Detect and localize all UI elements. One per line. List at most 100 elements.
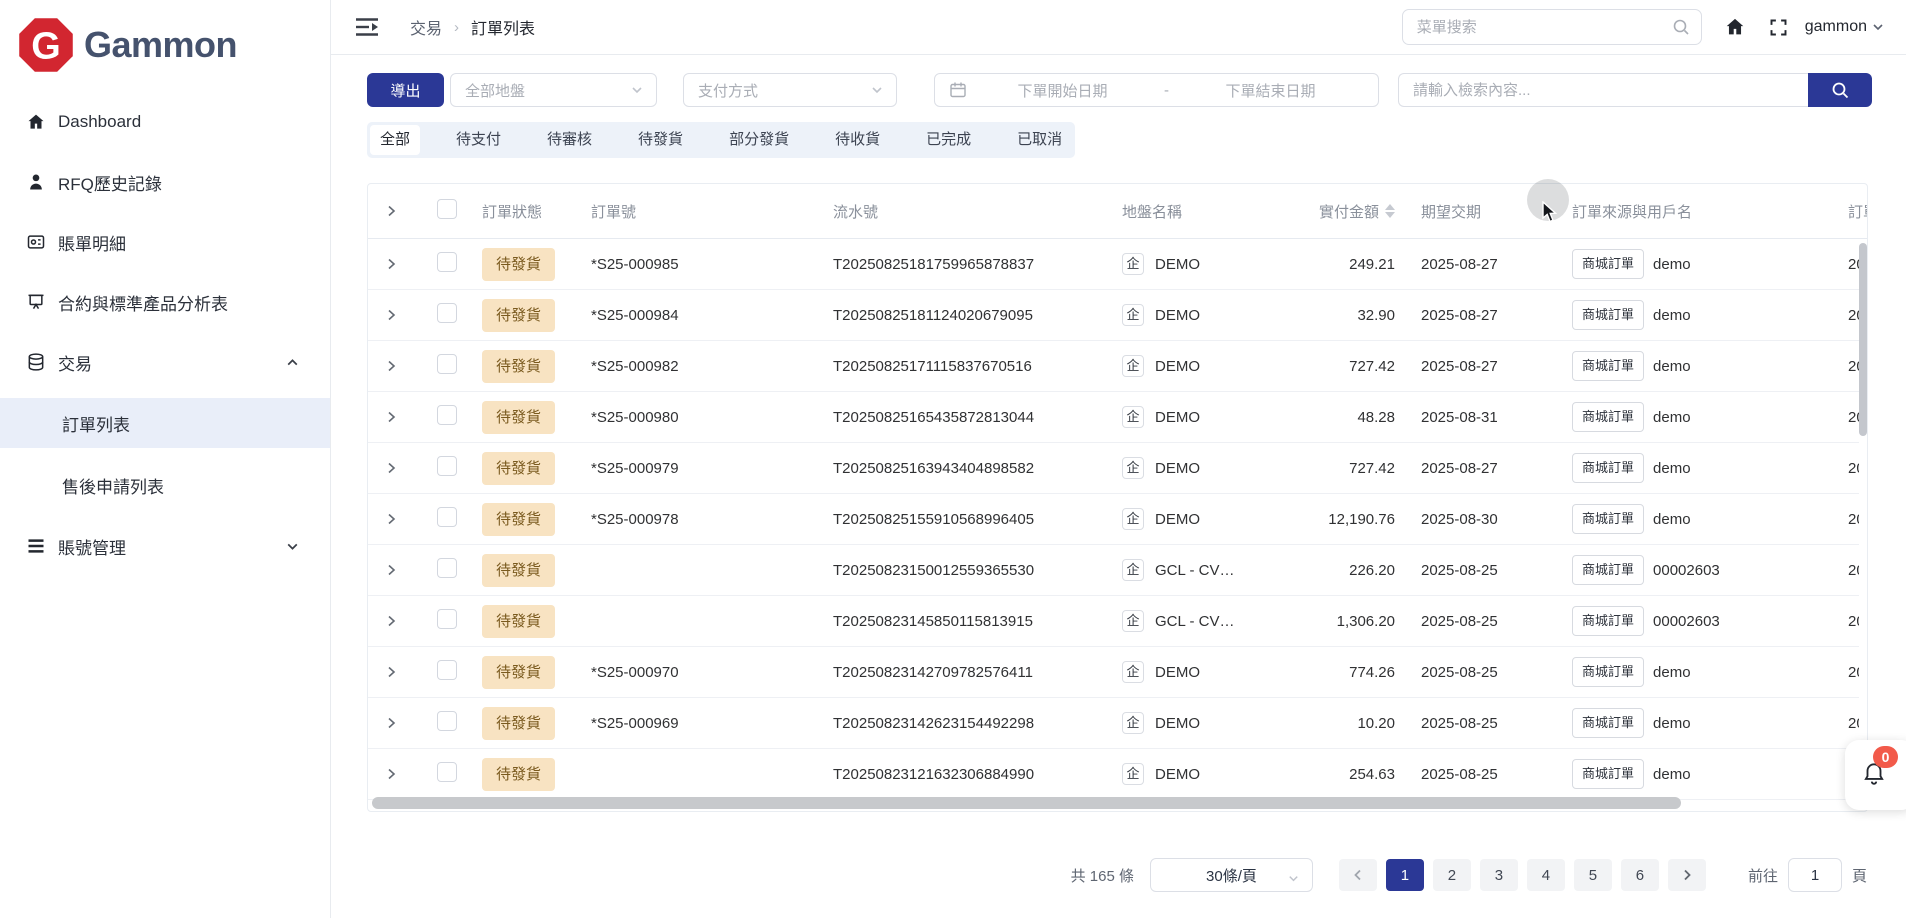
- expand-all-icon[interactable]: [384, 204, 398, 218]
- row-checkbox[interactable]: [437, 507, 457, 527]
- column-header-source[interactable]: 訂單來源與用戶名: [1548, 201, 1844, 222]
- payment-select[interactable]: 支付方式: [683, 73, 897, 107]
- tab-2[interactable]: 待審核: [537, 125, 602, 155]
- sort-icons[interactable]: [1385, 204, 1395, 218]
- date-start-input[interactable]: 下單開始日期: [967, 80, 1158, 101]
- prev-page-button[interactable]: [1338, 859, 1377, 891]
- tab-1[interactable]: 待支付: [446, 125, 511, 155]
- expand-row-icon[interactable]: [384, 257, 398, 271]
- notification-card[interactable]: 0: [1845, 740, 1906, 810]
- tab-6[interactable]: 已完成: [916, 125, 981, 155]
- row-checkbox[interactable]: [437, 303, 457, 323]
- user-name: 00002603: [1653, 561, 1720, 579]
- horizontal-scrollbar-thumb[interactable]: [372, 797, 1681, 809]
- sidebar-subitem[interactable]: 訂單列表: [0, 392, 330, 454]
- sidebar-item-person[interactable]: RFQ歷史記錄: [0, 152, 330, 212]
- sidebar-item-database[interactable]: 交易: [0, 332, 330, 392]
- order-date-range[interactable]: 下單開始日期 - 下單結束日期: [934, 73, 1379, 107]
- tab-7[interactable]: 已取消: [1007, 125, 1072, 155]
- column-header-status[interactable]: 訂單狀態: [457, 201, 591, 222]
- horizontal-scrollbar[interactable]: [368, 797, 1867, 809]
- keyword-search-input[interactable]: [1398, 73, 1808, 107]
- amount-cell: 727.42: [1349, 459, 1395, 477]
- chevron-down-icon: [285, 539, 300, 554]
- expand-row-icon[interactable]: [384, 665, 398, 679]
- expand-row-icon[interactable]: [384, 512, 398, 526]
- expand-row-icon[interactable]: [384, 461, 398, 475]
- user-menu[interactable]: gammon: [1805, 18, 1885, 36]
- expand-row-icon[interactable]: [384, 614, 398, 628]
- page-size-select[interactable]: 30條/頁: [1149, 858, 1313, 892]
- goto-page-input[interactable]: 1: [1787, 858, 1842, 892]
- page-button-4[interactable]: 4: [1526, 859, 1565, 891]
- sidebar-item-board[interactable]: 合約與標準產品分析表: [0, 272, 330, 332]
- next-page-button[interactable]: [1667, 859, 1706, 891]
- row-checkbox[interactable]: [437, 354, 457, 374]
- page-button-3[interactable]: 3: [1479, 859, 1518, 891]
- tab-5[interactable]: 待收貨: [825, 125, 890, 155]
- expand-row-icon[interactable]: [384, 308, 398, 322]
- vertical-scrollbar[interactable]: [1859, 239, 1867, 795]
- sort-desc-icon[interactable]: [1385, 212, 1395, 218]
- row-checkbox[interactable]: [437, 660, 457, 680]
- home-icon[interactable]: [1724, 16, 1746, 38]
- site-select[interactable]: 全部地盤: [450, 73, 657, 107]
- date-end-input[interactable]: 下單結束日期: [1175, 80, 1366, 101]
- source-badge: 商城訂單: [1572, 657, 1645, 687]
- enterprise-badge: 企: [1122, 406, 1144, 428]
- user-name: demo: [1653, 306, 1691, 324]
- row-checkbox[interactable]: [437, 456, 457, 476]
- page-button-6[interactable]: 6: [1620, 859, 1659, 891]
- serial-cell: T20250825165435872813044: [833, 408, 1035, 426]
- column-header-amount[interactable]: 實付金額: [1263, 201, 1395, 222]
- breadcrumb-separator-icon: ›: [454, 18, 460, 36]
- sort-asc-icon[interactable]: [1385, 204, 1395, 210]
- row-checkbox[interactable]: [437, 405, 457, 425]
- sidebar-item-menu[interactable]: 賬號管理: [0, 516, 330, 576]
- tab-0[interactable]: 全部: [370, 125, 421, 155]
- row-checkbox[interactable]: [437, 609, 457, 629]
- source-badge: 商城訂單: [1572, 708, 1645, 738]
- status-badge: 待發貨: [482, 298, 556, 332]
- brand-logo: G Gammon: [0, 0, 330, 76]
- vertical-scrollbar-thumb[interactable]: [1859, 243, 1867, 436]
- column-header-expect-date[interactable]: 期望交期: [1395, 201, 1548, 222]
- order-no-cell: *S25-000982: [591, 357, 679, 375]
- column-header-site[interactable]: 地盤名稱: [1122, 201, 1263, 222]
- column-header-serial[interactable]: 流水號: [833, 201, 1122, 222]
- breadcrumb-parent[interactable]: 交易: [410, 15, 442, 39]
- tab-4[interactable]: 部分發貨: [719, 125, 799, 155]
- sidebar-item-bill[interactable]: 賬單明細: [0, 212, 330, 272]
- expand-row-icon[interactable]: [384, 716, 398, 730]
- select-all-checkbox[interactable]: [437, 199, 457, 219]
- expand-row-icon[interactable]: [384, 410, 398, 424]
- page-button-1[interactable]: 1: [1385, 859, 1424, 891]
- collapse-menu-icon[interactable]: [355, 17, 380, 37]
- sidebar-item-dashboard[interactable]: Dashboard: [0, 92, 330, 152]
- fullscreen-icon[interactable]: [1768, 17, 1789, 38]
- row-checkbox[interactable]: [437, 252, 457, 272]
- site-cell: 企 DEMO: [1122, 763, 1263, 785]
- site-cell: 企 DEMO: [1122, 508, 1263, 530]
- page-button-2[interactable]: 2: [1432, 859, 1471, 891]
- column-header-order-no[interactable]: 訂單號: [591, 201, 833, 222]
- expand-row-icon[interactable]: [384, 767, 398, 781]
- page-button-5[interactable]: 5: [1573, 859, 1612, 891]
- status-badge: 待發貨: [482, 451, 556, 485]
- sidebar-subitem[interactable]: 售後申請列表: [0, 454, 330, 516]
- row-checkbox[interactable]: [437, 711, 457, 731]
- expect-date-cell: 2025-08-27: [1421, 306, 1498, 324]
- enterprise-badge: 企: [1122, 661, 1144, 683]
- export-button[interactable]: 導出: [367, 73, 444, 107]
- expand-row-icon[interactable]: [384, 359, 398, 373]
- home-icon: [26, 112, 46, 132]
- column-header-clipped[interactable]: 訂單: [1844, 201, 1867, 222]
- row-checkbox[interactable]: [437, 762, 457, 782]
- search-button[interactable]: [1808, 73, 1872, 107]
- serial-cell: T20250823121632306884990: [833, 765, 1035, 783]
- expand-row-icon[interactable]: [384, 563, 398, 577]
- menu-search-input[interactable]: [1401, 9, 1702, 45]
- tab-3[interactable]: 待發貨: [628, 125, 693, 155]
- row-checkbox[interactable]: [437, 558, 457, 578]
- enterprise-badge: 企: [1122, 763, 1144, 785]
